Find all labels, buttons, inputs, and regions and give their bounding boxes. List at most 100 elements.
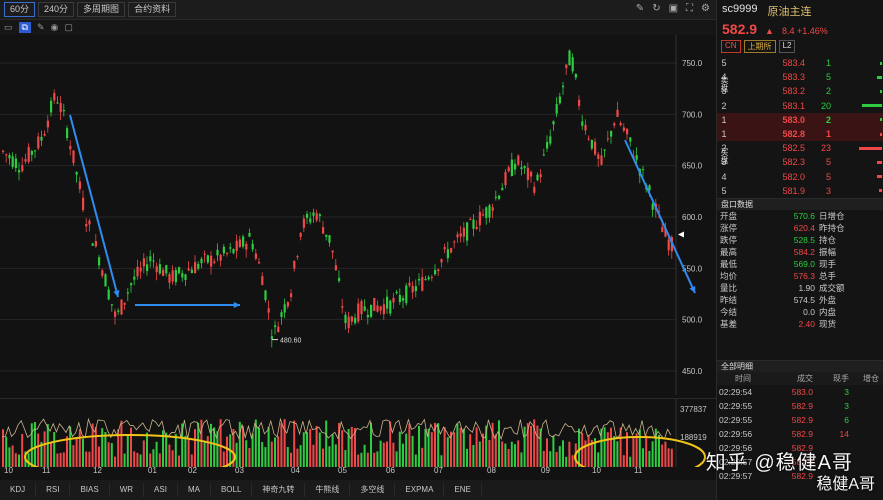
candle-body [171, 270, 174, 282]
delete-icon[interactable]: ▢ [64, 22, 73, 33]
ask-level-row[interactable]: 4 583.3 5 [717, 70, 883, 84]
candle-body [376, 305, 379, 312]
candle-body [408, 282, 411, 286]
candle-body [341, 306, 344, 308]
bid-level-row[interactable]: 5 581.9 3 [717, 184, 883, 198]
indicator-tab-6[interactable]: BOLL [211, 483, 253, 497]
multi-period-button[interactable]: 多周期图 [77, 2, 126, 17]
stat-label: 昨结 [720, 295, 738, 305]
ask-level-row[interactable]: 1 583.0 2 [717, 112, 883, 127]
candle-body [514, 163, 517, 170]
period-240min-button[interactable]: 240分 [38, 2, 75, 17]
ask-level-row[interactable]: 2 583.1 20 [717, 99, 883, 113]
indicator-tab-0[interactable]: KDJ [0, 483, 37, 497]
indicator-tab-11[interactable]: ENE [444, 483, 482, 497]
bid-level-row[interactable]: 3 582.3 5 [717, 155, 883, 169]
volume-bar [168, 444, 171, 467]
contract-info-button[interactable]: 合约资料 [128, 2, 177, 17]
indicator-tab-10[interactable]: EXPMA [395, 483, 445, 497]
volume-bar [562, 440, 564, 467]
fullscreen-icon[interactable]: ⛶ [686, 3, 693, 14]
candle-body [360, 301, 363, 315]
pencil-icon[interactable]: ✎ [37, 22, 45, 33]
tick-time: 02:29:55 [719, 401, 753, 411]
indicator-tab-5[interactable]: MA [178, 483, 211, 497]
volume-bar [536, 425, 539, 467]
candle-body [162, 269, 165, 276]
volume-bar [379, 440, 382, 467]
candle-body [466, 222, 469, 241]
indicator-tab-1[interactable]: RSI [36, 483, 71, 497]
candle-body [2, 150, 5, 152]
volume-bar [328, 446, 331, 467]
volume-bar [171, 450, 174, 467]
indicator-tab-2[interactable]: BIAS [70, 483, 110, 497]
bid-level-row[interactable]: 1 582.8 1 [717, 126, 883, 142]
stat-label: 今结 [720, 307, 738, 317]
candle-body [136, 266, 139, 277]
indicator-tab-4[interactable]: ASI [144, 483, 178, 497]
candle-body [606, 138, 609, 140]
volume-bar [459, 427, 462, 467]
candle-body [258, 261, 261, 264]
candle-body [501, 187, 504, 191]
candle-body [133, 276, 136, 280]
candle-body [267, 308, 270, 313]
stat-row: 跌停 528.5 持仓 [717, 234, 883, 246]
indicator-tab-3[interactable]: WR [110, 483, 145, 497]
indicator-tab-9[interactable]: 多空线 [350, 483, 396, 497]
candle-body [616, 109, 619, 117]
bid-level-row[interactable]: 2 582.5 23 [717, 141, 883, 155]
candle-body [104, 274, 107, 287]
candle-body [91, 243, 94, 246]
candle-body [181, 273, 184, 278]
image-icon[interactable]: ▣ [669, 3, 678, 14]
volume-bar [258, 427, 260, 467]
ask-level-row[interactable]: 3 583.2 2 [717, 84, 883, 98]
candle-body [472, 219, 475, 229]
candle-body [565, 64, 568, 69]
candle-body [594, 141, 597, 155]
indicator-tab-8[interactable]: 牛熊线 [305, 483, 351, 497]
volume-bar [635, 433, 638, 467]
buy-side-label: 买盘 [720, 148, 729, 164]
volume-bar [469, 434, 472, 467]
volume-bar [488, 440, 491, 467]
cursor-icon[interactable]: ▭ [4, 22, 13, 33]
date-label: 11 [634, 466, 643, 475]
period-60min-button[interactable]: 60分 [4, 2, 36, 17]
volume-bar [130, 427, 132, 467]
volume-bar [136, 452, 139, 467]
stat-value: 0.0 [803, 307, 815, 317]
sideways-arrow-head [233, 301, 240, 309]
edit-icon[interactable]: ✎ [636, 3, 644, 14]
layout-icon[interactable]: ⧉ [18, 22, 31, 33]
volume-bar [661, 444, 664, 467]
volume-bar [133, 451, 136, 467]
ask-volume-bar [880, 61, 882, 65]
stat-label: 开盘 [720, 211, 738, 221]
ticks-title[interactable]: 全部明细 [717, 360, 883, 372]
date-label: 10 [4, 466, 13, 475]
ask-level-row[interactable]: 5 583.4 1 [717, 56, 883, 70]
volume-bar [120, 420, 123, 467]
volume-bar [75, 438, 78, 467]
candle-body [203, 253, 206, 255]
level-number: 2 [721, 100, 727, 111]
candle-body [293, 260, 296, 269]
volume-bar [184, 435, 187, 467]
candle-body [139, 267, 142, 272]
indicator-tab-7[interactable]: 神奇九转 [252, 483, 306, 497]
volume-bar [376, 451, 379, 467]
volume-bar [651, 441, 654, 467]
bid-level-row[interactable]: 4 582.0 5 [717, 170, 883, 184]
volume-bar [430, 432, 433, 467]
settings-icon[interactable]: ⚙ [701, 3, 710, 14]
refresh-icon[interactable]: ↻ [652, 3, 660, 14]
candlestick-chart[interactable]: 750.0 700.0 650.0 600.0 550.0 500.0 450.0 480.6… [0, 35, 716, 395]
eye-icon[interactable]: ◉ [51, 22, 59, 33]
volume-bar [517, 440, 520, 467]
volume-bar [264, 447, 267, 467]
candle-body [302, 218, 305, 228]
volume-chart[interactable]: 377837 188919 [0, 398, 716, 480]
